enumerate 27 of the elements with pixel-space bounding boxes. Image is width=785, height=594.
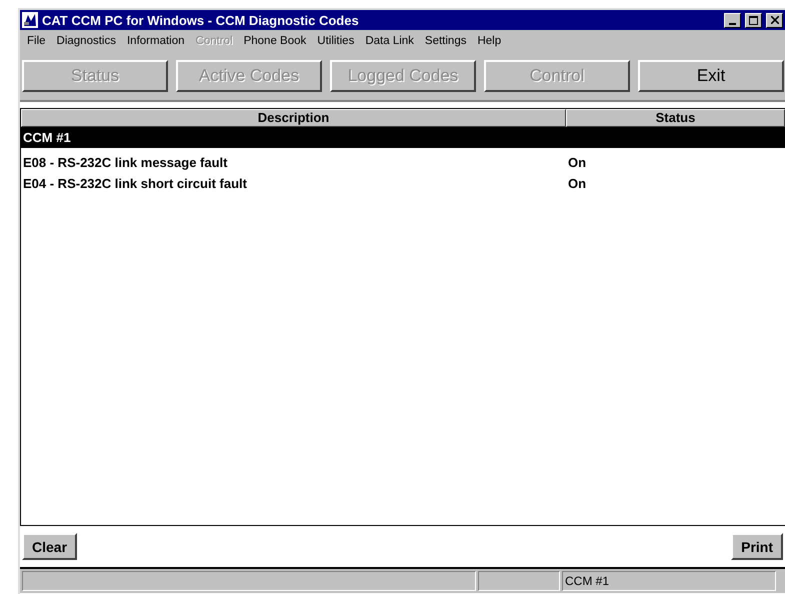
close-icon: [770, 16, 778, 24]
action-button[interactable]: Print: [731, 533, 783, 560]
maximize-icon: [749, 16, 758, 24]
menu-item[interactable]: File: [22, 35, 52, 47]
menu-item[interactable]: Information: [122, 35, 191, 47]
table-cell-text: E08 - RS-232C link message fault: [22, 155, 228, 170]
maximize-button[interactable]: [745, 12, 762, 28]
table-cell-text: On: [567, 155, 588, 170]
menu-item[interactable]: Data Link: [360, 35, 420, 47]
column-header[interactable]: Description: [21, 109, 566, 127]
table-cell-text: E04 - RS-232C link short circuit fault: [22, 176, 248, 191]
table-row[interactable]: CCM #1: [21, 127, 785, 148]
close-button[interactable]: [766, 12, 783, 28]
menu-item[interactable]: Utilities: [312, 35, 360, 47]
menu-item[interactable]: Phone Book: [238, 35, 312, 47]
action-button[interactable]: Clear: [22, 533, 78, 560]
menu-item[interactable]: Settings: [420, 35, 472, 47]
table-cell-text: On: [567, 176, 588, 191]
menu-item[interactable]: Help: [472, 35, 508, 47]
minimize-icon: [729, 22, 736, 24]
table-cell-text: CCM #1: [22, 130, 72, 145]
column-header[interactable]: Status: [566, 109, 785, 127]
minimize-button[interactable]: [724, 12, 741, 28]
window-title: CAT CCM PC for Windows - CCM Diagnostic Codes: [42, 12, 360, 28]
status-panel: CCM #1: [562, 571, 776, 591]
menu-item[interactable]: Diagnostics: [52, 35, 122, 47]
toolbar-button[interactable]: Exit: [638, 60, 784, 92]
